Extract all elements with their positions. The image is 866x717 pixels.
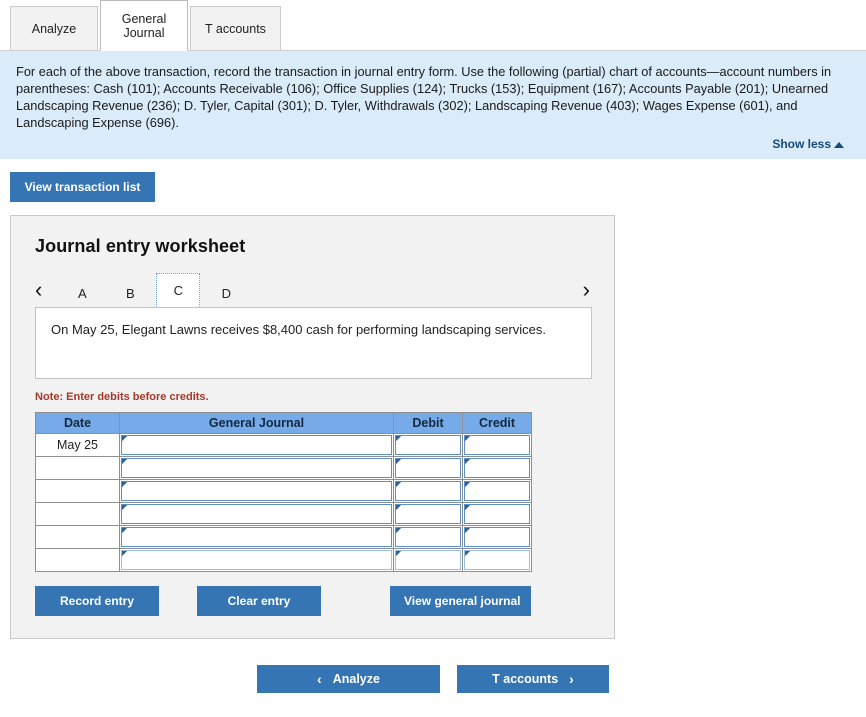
pager-prev-icon[interactable]: ‹: [35, 279, 42, 307]
top-tab-bar: Analyze General Journal T accounts: [0, 0, 866, 51]
table-row: May 25: [35, 433, 532, 457]
debit-input[interactable]: [395, 435, 461, 455]
table-header-row: Date General Journal Debit Credit: [35, 412, 532, 434]
general-journal-input[interactable]: [121, 481, 392, 501]
pager-item-b[interactable]: B: [108, 279, 152, 307]
tab-t-accounts[interactable]: T accounts: [190, 6, 281, 51]
debit-input[interactable]: [395, 481, 461, 501]
previous-analyze-button[interactable]: ‹ Analyze: [257, 665, 440, 693]
general-journal-input[interactable]: [121, 550, 392, 570]
column-header-general-journal: General Journal: [119, 412, 394, 434]
view-transaction-list-button[interactable]: View transaction list: [10, 172, 155, 202]
worksheet-pager: ‹ A B C D ›: [35, 271, 592, 307]
debit-input[interactable]: [395, 458, 461, 478]
debit-cell: [393, 433, 463, 457]
pager-item-c[interactable]: C: [156, 273, 201, 307]
date-cell[interactable]: [35, 548, 120, 572]
bottom-navigation: ‹ Analyze T accounts ›: [0, 665, 866, 693]
credit-cell: [462, 433, 532, 457]
clear-entry-button[interactable]: Clear entry: [197, 586, 321, 616]
tab-general-journal-label: General Journal: [121, 11, 167, 40]
previous-analyze-inner: ‹ Analyze: [271, 665, 426, 693]
debit-input[interactable]: [395, 550, 461, 570]
view-transaction-list-wrapper: View transaction list: [0, 159, 866, 202]
pager-next-icon[interactable]: ›: [583, 279, 592, 307]
pager-item-c-label: C: [173, 282, 184, 298]
credit-input[interactable]: [464, 527, 530, 547]
credit-cell: [462, 525, 532, 549]
debit-cell: [393, 502, 463, 526]
credit-cell: [462, 479, 532, 503]
general-journal-input[interactable]: [121, 458, 392, 478]
table-row: [35, 548, 532, 572]
pager-item-d-label: D: [221, 285, 232, 301]
credit-cell: [462, 502, 532, 526]
general-journal-input[interactable]: [121, 504, 392, 524]
debit-cell: [393, 548, 463, 572]
pager-item-a-label: A: [77, 285, 87, 301]
general-journal-cell: [119, 433, 394, 457]
date-cell[interactable]: [35, 456, 120, 480]
tab-analyze[interactable]: Analyze: [10, 6, 98, 51]
journal-entry-worksheet-panel: Journal entry worksheet ‹ A B C D › On M…: [10, 215, 615, 639]
general-journal-cell: [119, 502, 394, 526]
show-less-label: Show less: [772, 137, 831, 151]
debit-cell: [393, 525, 463, 549]
tab-analyze-label: Analyze: [31, 21, 77, 36]
date-cell[interactable]: [35, 525, 120, 549]
column-header-date: Date: [35, 412, 120, 434]
pager-item-d[interactable]: D: [204, 279, 248, 307]
previous-analyze-label: Analyze: [332, 672, 380, 686]
column-header-credit: Credit: [462, 412, 532, 434]
table-row: [35, 479, 532, 503]
next-t-accounts-inner: T accounts ›: [471, 665, 595, 693]
worksheet-title: Journal entry worksheet: [35, 236, 246, 256]
general-journal-input[interactable]: [121, 435, 392, 455]
debit-input[interactable]: [395, 527, 461, 547]
debits-before-credits-note: Note: Enter debits before credits.: [35, 391, 209, 403]
next-t-accounts-label: T accounts: [492, 672, 559, 686]
date-cell[interactable]: [35, 502, 120, 526]
tab-general-journal[interactable]: General Journal: [100, 0, 188, 51]
column-header-debit: Debit: [393, 412, 463, 434]
instruction-text: For each of the above transaction, recor…: [16, 64, 832, 130]
debit-cell: [393, 456, 463, 480]
chevron-right-icon: ›: [569, 671, 574, 687]
general-journal-input[interactable]: [121, 527, 392, 547]
transaction-description-box: On May 25, Elegant Lawns receives $8,400…: [35, 307, 592, 379]
banner-footer: Show less: [16, 131, 850, 151]
caret-up-icon: [834, 142, 844, 148]
record-entry-button[interactable]: Record entry: [35, 586, 159, 616]
transaction-description-text: On May 25, Elegant Lawns receives $8,400…: [51, 322, 546, 337]
date-cell[interactable]: May 25: [35, 433, 120, 457]
journal-entry-table: Date General Journal Debit Credit May 25: [35, 412, 532, 572]
chevron-left-icon: ‹: [317, 671, 322, 687]
credit-input[interactable]: [464, 435, 530, 455]
credit-input[interactable]: [464, 481, 530, 501]
next-t-accounts-button[interactable]: T accounts ›: [457, 665, 609, 693]
pager-item-a[interactable]: A: [60, 279, 104, 307]
credit-cell: [462, 548, 532, 572]
view-general-journal-button[interactable]: View general journal: [390, 586, 531, 616]
pager-item-b-label: B: [125, 285, 135, 301]
table-row: [35, 456, 532, 480]
worksheet-action-bar: Record entry Clear entry View general jo…: [35, 586, 531, 616]
table-row: [35, 502, 532, 526]
credit-input[interactable]: [464, 458, 530, 478]
general-journal-cell: [119, 525, 394, 549]
instruction-banner: For each of the above transaction, recor…: [0, 51, 866, 159]
credit-cell: [462, 456, 532, 480]
tab-t-accounts-label: T accounts: [205, 21, 266, 36]
show-less-link[interactable]: Show less: [772, 137, 844, 151]
general-journal-cell: [119, 479, 394, 503]
table-row: [35, 525, 532, 549]
general-journal-cell: [119, 456, 394, 480]
credit-input[interactable]: [464, 550, 530, 570]
general-journal-cell: [119, 548, 394, 572]
debit-input[interactable]: [395, 504, 461, 524]
debit-cell: [393, 479, 463, 503]
date-cell[interactable]: [35, 479, 120, 503]
credit-input[interactable]: [464, 504, 530, 524]
